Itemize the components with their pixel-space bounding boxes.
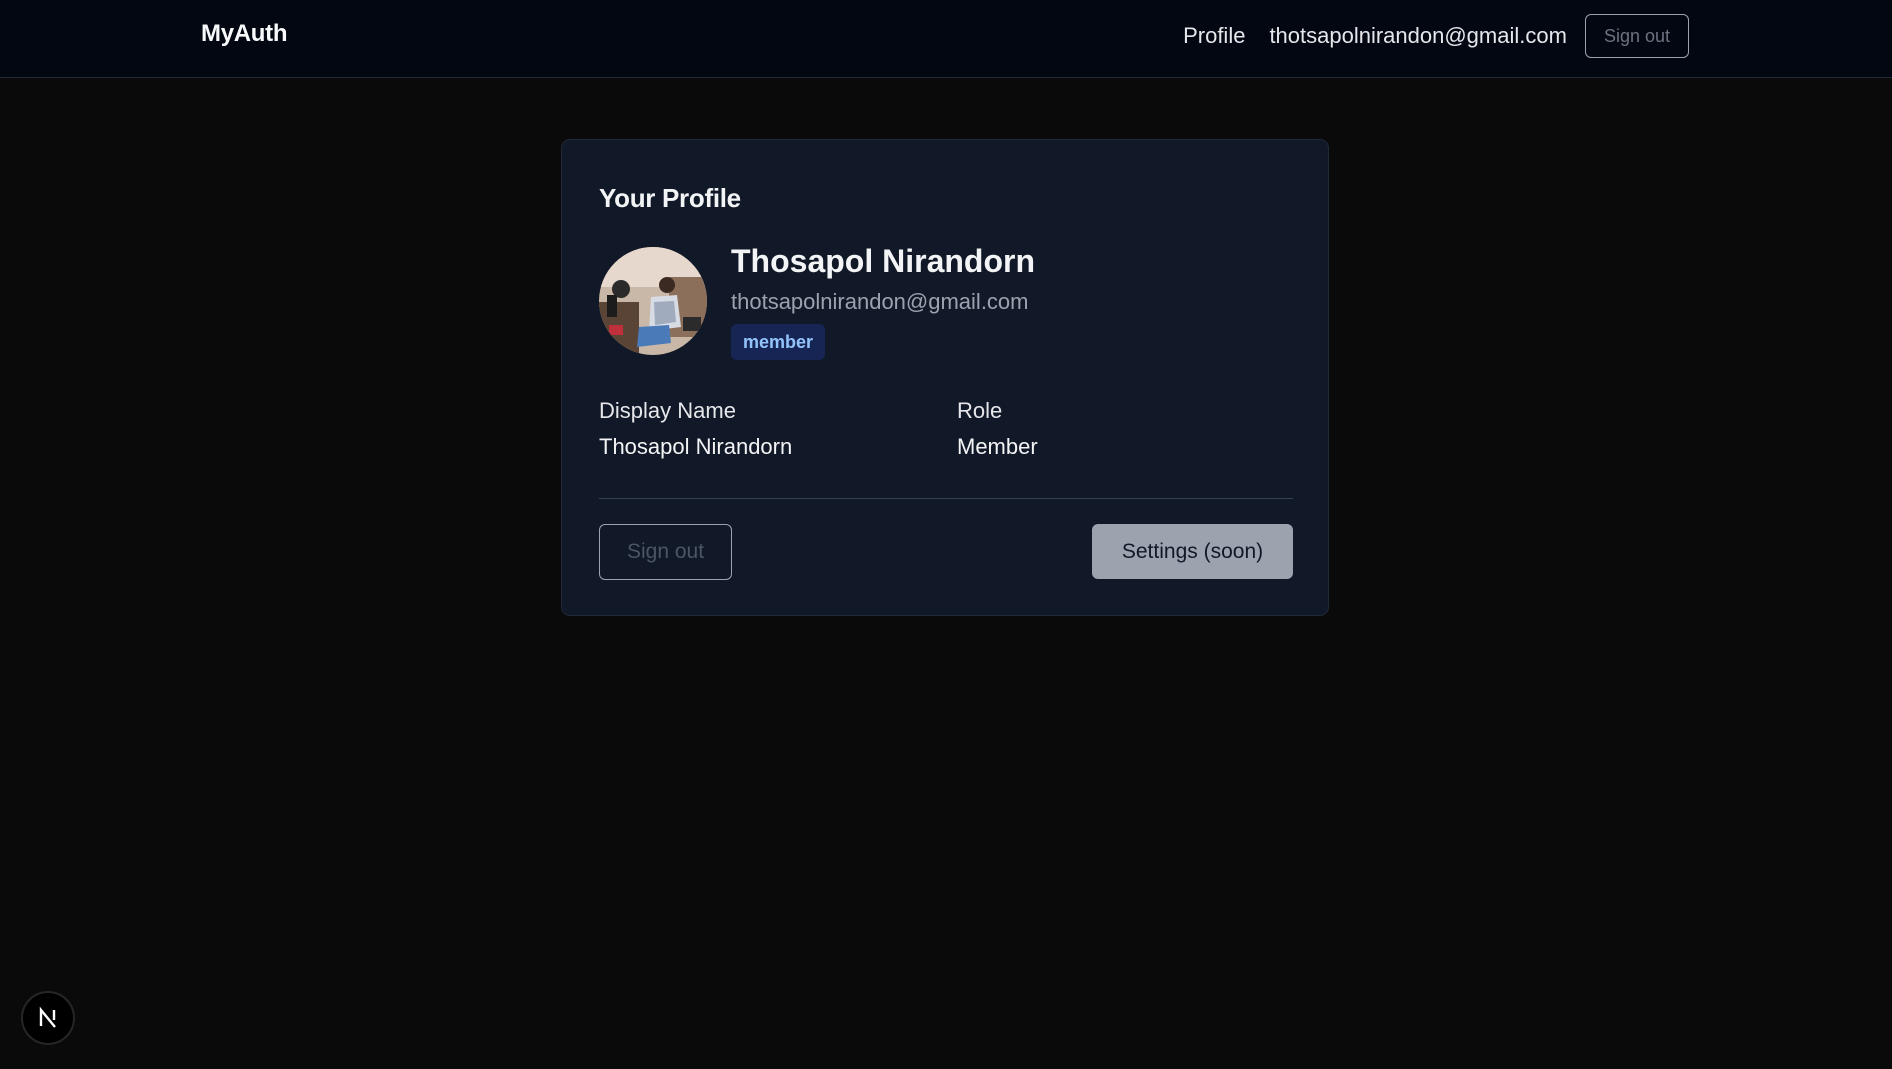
sign-out-button[interactable]: Sign out [599, 524, 732, 580]
header-nav: Profile thotsapolnirandon@gmail.com Sign… [1183, 14, 1689, 58]
divider [599, 498, 1293, 499]
avatar-photo [599, 247, 707, 355]
role-badge: member [731, 324, 826, 360]
header-sign-out-button[interactable]: Sign out [1584, 14, 1689, 58]
avatar [599, 247, 707, 355]
role-value: Member [957, 434, 1038, 459]
brand-logo[interactable]: MyAuth [201, 20, 287, 48]
user-email: thotsapolnirandon@gmail.com [731, 289, 1029, 314]
user-name: Thosapol Nirandorn [731, 243, 1035, 279]
nav-profile-link[interactable]: Profile [1183, 23, 1245, 49]
nextjs-dev-indicator[interactable] [21, 991, 75, 1045]
display-name-value: Thosapol Nirandorn [599, 434, 793, 459]
role-label: Role [957, 398, 1003, 423]
nextjs-icon [39, 1006, 56, 1028]
nav-user-email: thotsapolnirandon@gmail.com [1269, 23, 1567, 48]
display-name-label: Display Name [599, 398, 736, 423]
top-navbar: MyAuth Profile thotsapolnirandon@gmail.c… [0, 0, 1892, 78]
settings-button[interactable]: Settings (soon) [1092, 524, 1293, 579]
profile-card: Your Profile Thosapol Nirandorn thotsapo… [561, 139, 1329, 616]
page-title: Your Profile [599, 183, 741, 213]
